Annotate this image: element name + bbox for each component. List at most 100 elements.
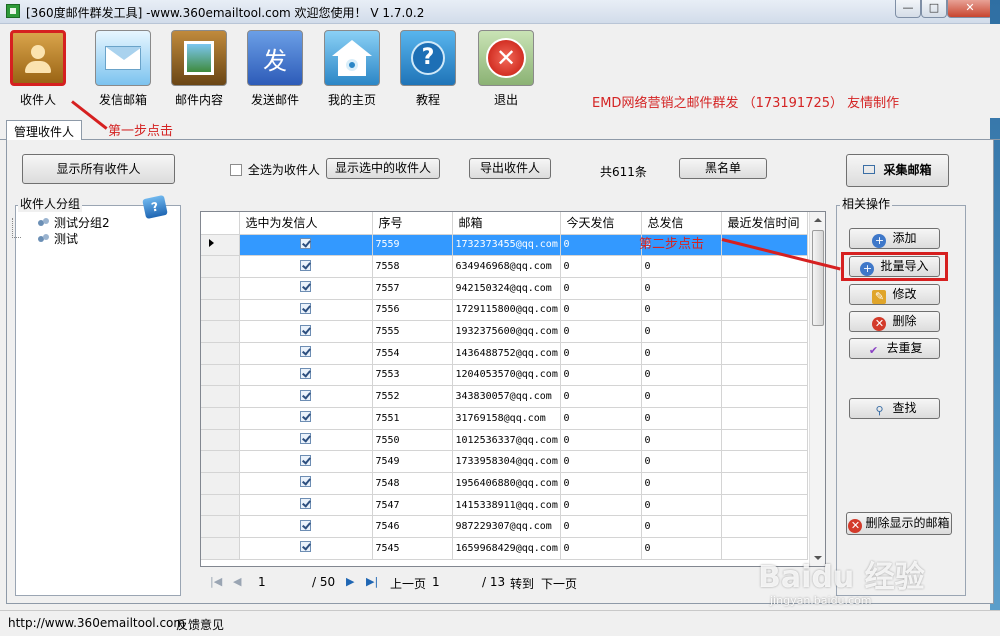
cell-email[interactable]: 1415338911@qq.com <box>452 494 561 517</box>
cell-total-sent[interactable]: 0 <box>641 450 722 474</box>
cell-id[interactable]: 7549 <box>372 450 453 474</box>
sender-checkbox-cell[interactable] <box>239 429 373 452</box>
prev-page-link[interactable]: 上一页 <box>390 575 426 592</box>
row-header[interactable] <box>201 515 240 539</box>
cell-id[interactable]: 7546 <box>372 515 453 539</box>
cell-total-sent[interactable]: 0 <box>641 472 722 495</box>
cell-id[interactable]: 7553 <box>372 364 453 387</box>
checked-checkbox-icon[interactable] <box>300 541 311 553</box>
column-header[interactable]: 最近发信时间 <box>721 212 808 235</box>
sender-checkbox-cell[interactable] <box>239 277 373 300</box>
sender-checkbox-cell[interactable] <box>239 255 373 278</box>
checked-checkbox-icon[interactable] <box>300 389 311 401</box>
cell-last-sent-time[interactable] <box>721 429 808 452</box>
cell-id[interactable]: 7552 <box>372 385 453 408</box>
row-header[interactable] <box>201 299 240 322</box>
cell-id[interactable]: 7554 <box>372 342 453 365</box>
cell-id[interactable]: 7550 <box>372 429 453 452</box>
cell-today-sent[interactable]: 0 <box>560 299 642 322</box>
checked-checkbox-icon[interactable] <box>300 302 311 314</box>
table-row[interactable]: 7545 1659968429@qq.com 0 0 <box>201 537 808 560</box>
table-row[interactable]: 7558 634946968@qq.com 0 0 <box>201 255 808 278</box>
checked-checkbox-icon[interactable] <box>300 411 311 423</box>
cell-today-sent[interactable]: 0 <box>560 472 642 495</box>
cell-id[interactable]: 7559 <box>372 234 453 257</box>
table-row[interactable]: 7551 31769158@qq.com 0 0 <box>201 407 808 430</box>
cell-last-sent-time[interactable] <box>721 342 808 365</box>
cell-total-sent[interactable]: 0 <box>641 494 722 517</box>
cell-today-sent[interactable]: 0 <box>560 450 642 474</box>
checked-checkbox-icon[interactable] <box>300 476 311 488</box>
edit-button[interactable]: ✎ 修改 <box>849 284 940 305</box>
row-header[interactable] <box>201 342 240 365</box>
toolbar-recipients-button[interactable]: 收件人 <box>3 30 73 108</box>
cell-total-sent[interactable]: 0 <box>641 537 722 560</box>
table-row[interactable]: 7547 1415338911@qq.com 0 0 <box>201 494 808 517</box>
cell-last-sent-time[interactable] <box>721 450 808 474</box>
row-header[interactable] <box>201 494 240 517</box>
cell-id[interactable]: 7558 <box>372 255 453 278</box>
cell-today-sent[interactable]: 0 <box>560 364 642 387</box>
cell-today-sent[interactable]: 0 <box>560 429 642 452</box>
table-row[interactable]: 7556 1729115800@qq.com 0 0 <box>201 299 808 322</box>
cell-email[interactable]: 1436488752@qq.com <box>452 342 561 365</box>
checked-checkbox-icon[interactable] <box>300 324 311 336</box>
prev-page-icon[interactable]: ◀ <box>233 575 241 588</box>
cell-email[interactable]: 1956406880@qq.com <box>452 472 561 495</box>
checked-checkbox-icon[interactable] <box>300 519 311 531</box>
toolbar-sender-mailbox-button[interactable]: 发信邮箱 <box>88 30 158 108</box>
table-row[interactable]: 7554 1436488752@qq.com 0 0 <box>201 342 808 365</box>
collect-mailbox-button[interactable]: 采集邮箱 <box>846 154 949 187</box>
cell-last-sent-time[interactable] <box>721 515 808 539</box>
checked-checkbox-icon[interactable] <box>300 237 311 249</box>
cell-email[interactable]: 1659968429@qq.com <box>452 537 561 560</box>
toolbar-send-mail-button[interactable]: 发 发送邮件 <box>240 30 310 108</box>
close-button[interactable]: ✕ <box>947 0 993 18</box>
cell-id[interactable]: 7556 <box>372 299 453 322</box>
dedupe-button[interactable]: ✔ 去重复 <box>849 338 940 359</box>
cell-id[interactable]: 7545 <box>372 537 453 560</box>
cell-total-sent[interactable]: 0 <box>641 364 722 387</box>
cell-id[interactable]: 7557 <box>372 277 453 300</box>
row-header[interactable] <box>201 537 240 560</box>
cell-total-sent[interactable]: 0 <box>641 255 722 278</box>
cell-email[interactable]: 1733958304@qq.com <box>452 450 561 474</box>
cell-today-sent[interactable]: 0 <box>560 277 642 300</box>
row-header[interactable] <box>201 277 240 300</box>
toolbar-mail-content-button[interactable]: 邮件内容 <box>164 30 234 108</box>
find-button[interactable]: ⚲ 查找 <box>849 398 940 419</box>
sender-checkbox-cell[interactable] <box>239 450 373 474</box>
export-recipients-button[interactable]: 导出收件人 <box>469 158 551 179</box>
scroll-up-arrow-icon[interactable] <box>814 218 822 222</box>
cell-total-sent[interactable]: 0 <box>641 515 722 539</box>
cell-last-sent-time[interactable] <box>721 407 808 430</box>
toolbar-homepage-button[interactable]: 我的主页 <box>317 30 387 108</box>
tree-item-group[interactable]: 测试分组2 <box>38 214 110 231</box>
checked-checkbox-icon[interactable] <box>300 367 311 379</box>
cell-today-sent[interactable]: 0 <box>560 407 642 430</box>
cell-total-sent[interactable]: 0 <box>641 299 722 322</box>
delete-shown-mailboxes-button[interactable]: ✕ 删除显示的邮箱 <box>846 512 952 535</box>
cell-email[interactable]: 987229307@qq.com <box>452 515 561 539</box>
cell-today-sent[interactable]: 0 <box>560 234 642 257</box>
cell-email[interactable]: 31769158@qq.com <box>452 407 561 430</box>
cell-today-sent[interactable]: 0 <box>560 385 642 408</box>
row-header[interactable] <box>201 255 240 278</box>
show-all-recipients-button[interactable]: 显示所有收件人 <box>22 154 175 184</box>
checked-checkbox-icon[interactable] <box>300 498 311 510</box>
cell-today-sent[interactable]: 0 <box>560 515 642 539</box>
select-all-box[interactable] <box>230 164 242 176</box>
tab-manage-recipients[interactable]: 管理收件人 <box>6 120 83 141</box>
cell-email[interactable]: 1732373455@qq.com <box>452 234 561 257</box>
cell-last-sent-time[interactable] <box>721 472 808 495</box>
sender-checkbox-cell[interactable] <box>239 472 373 495</box>
sender-checkbox-cell[interactable] <box>239 494 373 517</box>
tree-item-group[interactable]: 测试 <box>38 230 78 247</box>
table-row[interactable]: 7552 343830057@qq.com 0 0 <box>201 385 808 408</box>
sender-checkbox-cell[interactable] <box>239 320 373 343</box>
row-header[interactable] <box>201 320 240 343</box>
table-row[interactable]: 7557 942150324@qq.com 0 0 <box>201 277 808 300</box>
goto-button[interactable]: 转到 <box>510 575 534 592</box>
scroll-thumb[interactable] <box>812 230 824 326</box>
cell-email[interactable]: 1932375600@qq.com <box>452 320 561 343</box>
